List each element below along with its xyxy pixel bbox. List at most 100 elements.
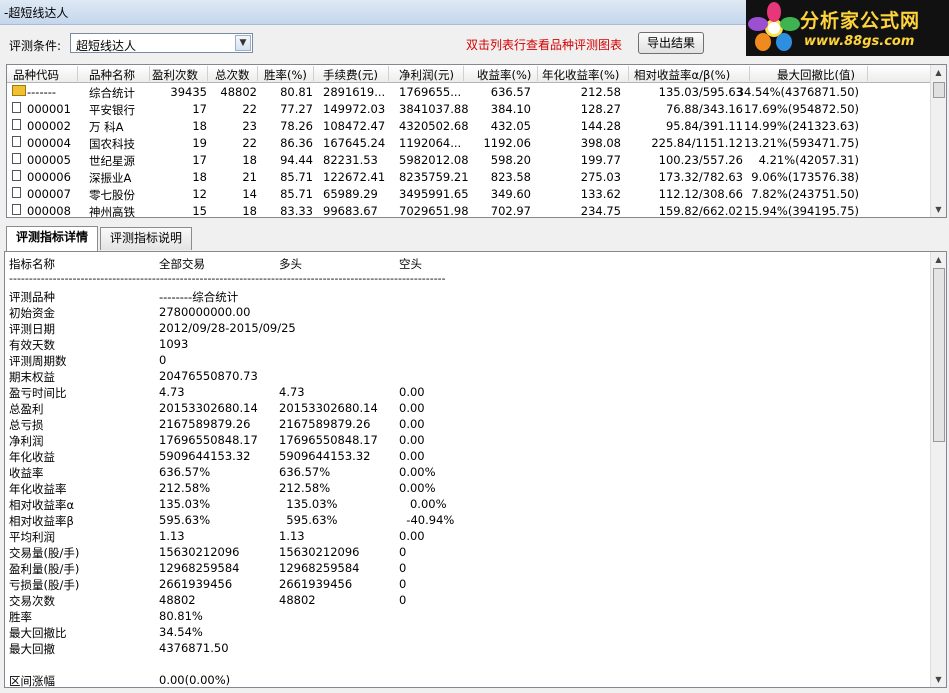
detail-cell: 5909644153.32: [159, 449, 251, 463]
cell-name: 平安银行: [89, 103, 135, 117]
scroll-up-icon[interactable]: ▲: [931, 252, 946, 267]
detail-cell: 80.81%: [159, 609, 203, 623]
col-header[interactable]: 年化收益率(%): [542, 67, 619, 83]
col-header[interactable]: 品种代码: [13, 67, 59, 83]
detail-cell: 0.00%: [399, 497, 447, 511]
detail-cell: 0.00%: [399, 465, 436, 479]
detail-panel: 指标名称 全部交易 多头 空头 ------------------------…: [4, 251, 947, 688]
col-header[interactable]: 盈利次数: [152, 67, 198, 83]
detail-cell: 0.00%: [399, 481, 436, 495]
scroll-thumb[interactable]: [933, 82, 945, 98]
detail-cell: 0.00: [399, 401, 425, 415]
table-row[interactable]: 000007 零七股份 12 14 85.71 65989.29 3495991.65 349…: [7, 185, 937, 202]
table-row[interactable]: 000008 神州高铁 15 18 83.33 99683.67 7029651.98 702…: [7, 202, 937, 218]
condition-label: 评测条件:: [9, 39, 62, 53]
cell-fee: 2891619...: [323, 85, 386, 99]
cell-code: 000004: [27, 136, 71, 150]
cell-total: 22: [242, 136, 257, 150]
detail-row: 年化收益率 212.58% 212.58% 0.00%: [9, 481, 929, 497]
table-row[interactable]: 000002 万 科A 18 23 78.26 108472.47 4320502.68 43…: [7, 117, 937, 134]
cell-annual: 128.27: [580, 102, 621, 116]
cell-winrate: 85.71: [280, 170, 313, 184]
export-button[interactable]: 导出结果: [638, 32, 704, 54]
cell-rel: 76.88/343.16: [665, 102, 743, 116]
cell-ret: 598.20: [490, 153, 531, 167]
cell-total: 18: [242, 204, 257, 218]
cell-dd: 14.99%(241323.63): [743, 119, 859, 133]
table-row[interactable]: 000006 深振业A 18 21 85.71 122672.41 8235759.21 82…: [7, 168, 937, 185]
detail-cell: 2167589879.26: [159, 417, 251, 431]
col-header[interactable]: 净利润(元): [399, 67, 454, 83]
condition-value: 超短线达人: [76, 39, 137, 53]
table-row[interactable]: 000004 国农科技 19 22 86.36 167645.24 1192064... 11…: [7, 134, 937, 151]
condition-select[interactable]: 超短线达人 ▼: [70, 33, 253, 53]
detail-cell: 年化收益: [9, 450, 55, 464]
table-row[interactable]: 000005 世纪星源 17 18 94.44 82231.53 5982012.08 598…: [7, 151, 937, 168]
chevron-down-icon[interactable]: ▼: [235, 35, 251, 51]
results-table[interactable]: 品种代码 品种名称 盈利次数 总次数 胜率(%) 手续费(元) 净利润(元) 收…: [6, 64, 947, 218]
col-header[interactable]: 手续费(元): [323, 67, 378, 83]
scroll-down-icon[interactable]: ▼: [931, 672, 946, 687]
detail-cell: 交易次数: [9, 594, 55, 608]
detail-cell: [279, 657, 283, 671]
cell-fee: 65989.29: [323, 187, 378, 201]
detail-cell: 评测日期: [9, 322, 55, 336]
cell-rel: 159.82/662.02: [658, 204, 743, 218]
cell-annual: 275.03: [580, 170, 621, 184]
cell-dd: 13.21%(593471.75): [743, 136, 859, 150]
detail-cell: 15630212096: [159, 545, 240, 559]
detail-row: 交易次数 48802 48802 0: [9, 593, 929, 609]
cell-dd: 17.69%(954872.50): [743, 102, 859, 116]
detail-scrollbar[interactable]: ▲ ▼: [930, 252, 946, 687]
detail-cell: 净利润: [9, 434, 44, 448]
cell-fee: 149972.03: [323, 102, 386, 116]
col-header[interactable]: 最大回撤比(值): [777, 67, 855, 83]
col-header[interactable]: 相对收益率α/β(%): [634, 67, 730, 83]
scroll-thumb[interactable]: [933, 268, 945, 442]
scroll-down-icon[interactable]: ▼: [931, 202, 946, 217]
detail-cell: 12968259584: [279, 561, 360, 575]
scroll-up-icon[interactable]: ▲: [931, 65, 946, 80]
detail-cell: 135.03%: [159, 497, 211, 511]
detail-cell: 胜率: [9, 610, 32, 624]
table-scrollbar[interactable]: ▲ ▼: [930, 65, 946, 217]
cell-annual: 199.77: [580, 153, 621, 167]
cell-winrate: 85.71: [280, 187, 313, 201]
tab-details[interactable]: 评测指标详情: [6, 226, 98, 251]
cell-ret: 636.57: [490, 85, 531, 99]
detail-col-header: 全部交易: [159, 257, 205, 271]
detail-cell: 有效天数: [9, 338, 55, 352]
detail-cell: 最大回撤比: [9, 626, 67, 640]
table-row[interactable]: 000001 平安银行 17 22 77.27 149972.03 3841037.88 38…: [7, 100, 937, 117]
cell-winrate: 86.36: [280, 136, 313, 150]
detail-cell: 0: [399, 561, 407, 575]
detail-cell: 20153302680.14: [279, 401, 378, 415]
folder-icon: [12, 85, 26, 96]
cell-ret: 384.10: [490, 102, 531, 116]
detail-cell: 34.54%: [159, 625, 203, 639]
cell-wins: 19: [192, 136, 207, 150]
col-header[interactable]: 品种名称: [89, 67, 135, 83]
col-header[interactable]: 总次数: [215, 67, 250, 83]
file-icon: [12, 119, 21, 130]
table-row[interactable]: ------- 综合统计 39435 48802 80.81 2891619... 1769…: [7, 83, 937, 100]
cell-fee: 108472.47: [323, 119, 386, 133]
cell-rel: 135.03/595.63: [658, 85, 743, 99]
tab-description[interactable]: 评测指标说明: [100, 227, 192, 250]
detail-row: 初始资金 2780000000.00: [9, 305, 929, 321]
col-header[interactable]: 胜率(%): [264, 67, 307, 83]
detail-cell: 1.13: [279, 529, 305, 543]
cell-code: 000005: [27, 153, 71, 167]
cell-profit: 3841037.88: [399, 102, 469, 116]
cell-name: 万 科A: [89, 120, 124, 134]
cell-fee: 99683.67: [323, 204, 378, 218]
detail-row: 最大回撤比 34.54%: [9, 625, 929, 641]
col-header[interactable]: 收益率(%): [477, 67, 531, 83]
file-icon: [12, 187, 21, 198]
file-icon: [12, 136, 21, 147]
detail-cell: 0: [399, 545, 407, 559]
detail-col-header: 空头: [399, 257, 422, 271]
detail-cell: 收益率: [9, 466, 44, 480]
detail-cell: 区间涨幅: [9, 674, 55, 688]
cell-wins: 17: [192, 102, 207, 116]
